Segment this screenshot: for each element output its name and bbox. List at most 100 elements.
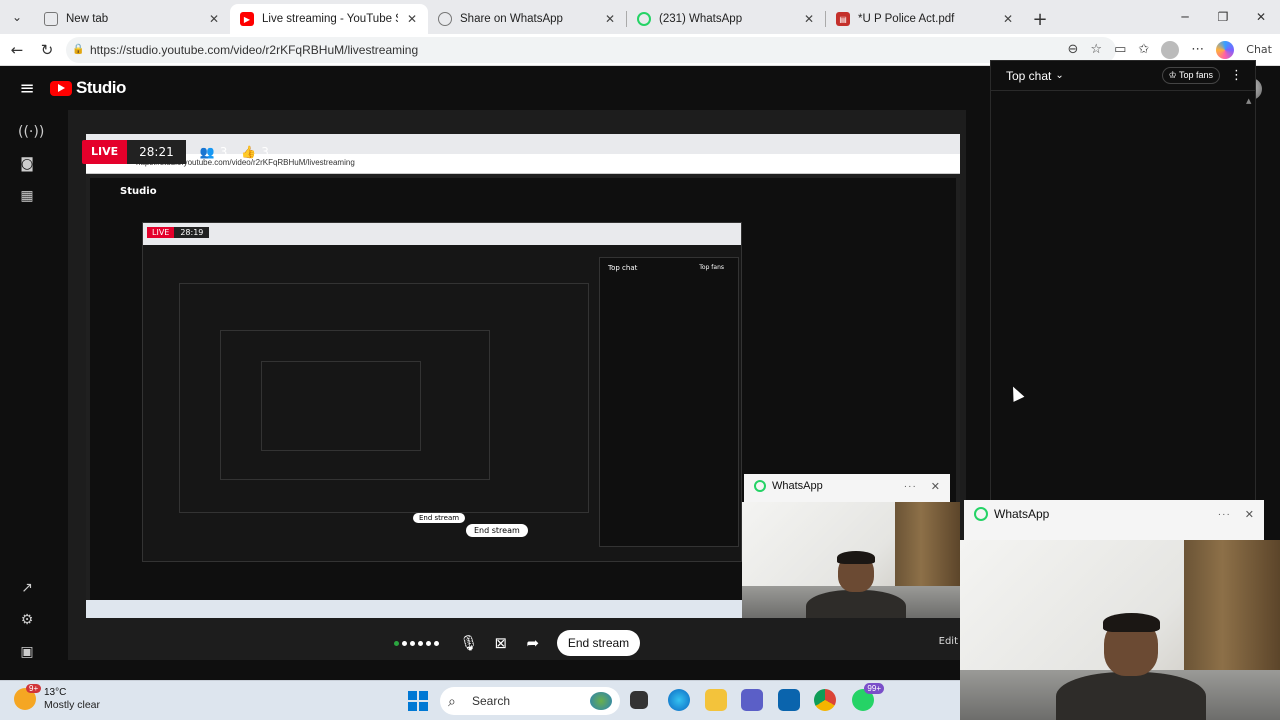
weather-condition: Mostly clear: [44, 699, 101, 711]
tab-title: *U P Police Act.pdf: [858, 13, 955, 25]
youtube-logo-icon[interactable]: [50, 80, 72, 96]
nested-end-stream: End stream: [413, 513, 466, 523]
taskbar-search[interactable]: ⌕ Search: [440, 687, 620, 715]
favorite-star-icon[interactable]: ☆: [1090, 42, 1102, 57]
file-explorer-icon[interactable]: [705, 689, 727, 711]
tab-new-tab[interactable]: New tab ✕: [34, 4, 230, 34]
reload-icon[interactable]: ↻: [32, 35, 62, 65]
likes-stat: 👍 3: [241, 145, 269, 159]
chat-scroll-up-icon[interactable]: ▲: [1246, 97, 1252, 105]
whatsapp-taskbar-icon[interactable]: 99+: [852, 683, 884, 711]
whatsapp-video-large: [960, 540, 1280, 720]
copilot-chat-label[interactable]: Chat: [1246, 43, 1272, 56]
weather-widget[interactable]: 9+ 13°C Mostly clear: [14, 684, 101, 712]
window-controls: ─ ❐ ✕: [1166, 0, 1280, 34]
tab-whatsapp[interactable]: (231) WhatsApp ✕: [627, 4, 825, 34]
stream-controls: 🎙 ⊠ ➦ End stream Edit: [68, 626, 966, 660]
close-tab-icon[interactable]: ✕: [206, 12, 222, 26]
globe-icon: [438, 12, 452, 26]
edit-button[interactable]: Edit: [939, 636, 958, 647]
nested-top-fans: Top fans: [699, 264, 724, 271]
more-menu-icon[interactable]: ⋯: [1191, 42, 1204, 57]
back-arrow-icon[interactable]: ←: [2, 35, 32, 65]
nested-preview-level-3: [220, 330, 490, 480]
tab-title: (231) WhatsApp: [659, 13, 743, 25]
zoom-icon[interactable]: ⊖: [1068, 42, 1079, 57]
chat-more-icon[interactable]: ⋮: [1230, 68, 1243, 83]
end-stream-button[interactable]: End stream: [556, 630, 641, 656]
caller-video: [1056, 606, 1206, 720]
outlook-icon[interactable]: [778, 689, 800, 711]
nested-live-time: 28:19: [174, 227, 210, 238]
more-icon[interactable]: ···: [904, 481, 917, 492]
stop-camera-icon[interactable]: ⊠: [485, 628, 517, 658]
tab-title: New tab: [66, 13, 109, 25]
new-tab-plus-icon[interactable]: +: [1024, 4, 1056, 34]
close-window-icon[interactable]: ✕: [1242, 0, 1280, 34]
edge-icon[interactable]: [668, 689, 690, 711]
camera-icon[interactable]: ▭: [1114, 42, 1126, 57]
whatsapp-popup-title: WhatsApp: [994, 507, 1050, 521]
close-icon[interactable]: ✕: [931, 480, 940, 493]
search-highlight-icon: [590, 692, 612, 710]
tab-title: Live streaming - YouTube Stu: [262, 13, 398, 25]
weather-sun-icon: 9+: [14, 684, 42, 710]
live-broadcast-icon[interactable]: ((·)): [18, 124, 44, 142]
site-info-icon[interactable]: 🔒: [72, 44, 90, 55]
hamburger-menu-icon[interactable]: ≡: [4, 78, 50, 99]
whatsapp-unread-badge: 99+: [864, 683, 884, 694]
settings-gear-icon[interactable]: ⚙: [18, 612, 36, 630]
minimize-icon[interactable]: ─: [1166, 0, 1204, 34]
chevron-down-icon[interactable]: ⌄: [1055, 70, 1063, 81]
whatsapp-popup-title: WhatsApp: [772, 480, 823, 492]
live-elapsed-time: 28:21: [127, 140, 186, 164]
task-view-icon[interactable]: [630, 691, 648, 709]
top-chat-dropdown[interactable]: Top chat: [1006, 69, 1051, 83]
windows-start-icon[interactable]: [408, 691, 428, 711]
weather-badge: 9+: [26, 684, 42, 693]
favorites-icon[interactable]: ✩: [1138, 42, 1149, 57]
close-tab-icon[interactable]: ✕: [801, 12, 817, 26]
browser-tab-strip: ⌄ New tab ✕ ▶ Live streaming - YouTube S…: [0, 0, 1280, 34]
nested-chat-panel: Top chat Top fans: [599, 257, 739, 547]
address-bar-actions: ⊖ ☆ ▭ ✩ ⋯ Chat: [1068, 40, 1272, 59]
stream-health-dots: [393, 640, 439, 646]
tab-share-on-whatsapp[interactable]: Share on WhatsApp ✕: [428, 4, 626, 34]
likes-count: 3: [261, 145, 269, 159]
viewers-count: 3: [219, 145, 228, 159]
tab-pdf[interactable]: ▤ *U P Police Act.pdf ✕: [826, 4, 1024, 34]
top-fans-label: Top fans: [1178, 70, 1213, 80]
tab-actions-menu-icon[interactable]: ⌄: [0, 0, 34, 34]
tab-title: Share on WhatsApp: [460, 13, 563, 25]
close-tab-icon[interactable]: ✕: [404, 12, 420, 26]
whatsapp-video-small: [742, 502, 960, 618]
whatsapp-popup-large: WhatsApp ··· ✕: [964, 500, 1264, 540]
whatsapp-icon: [637, 12, 651, 26]
share-arrow-icon[interactable]: ➦: [517, 628, 549, 658]
external-link-icon[interactable]: ↗: [18, 580, 36, 598]
feedback-icon[interactable]: ▣: [18, 644, 36, 662]
whatsapp-popup-small: WhatsApp ··· ✕: [744, 474, 950, 502]
url-field[interactable]: 🔒 https://studio.youtube.com/video/r2rKF…: [66, 36, 1116, 63]
close-tab-icon[interactable]: ✕: [1000, 12, 1016, 26]
nested-studio-brand: Studio: [120, 186, 157, 197]
chrome-icon[interactable]: [814, 689, 836, 711]
camera-icon[interactable]: ◙: [18, 156, 36, 174]
teams-icon[interactable]: [741, 689, 763, 711]
close-icon[interactable]: ✕: [1245, 508, 1254, 521]
whatsapp-icon: [974, 507, 988, 521]
microphone-icon[interactable]: 🎙: [453, 628, 485, 658]
close-tab-icon[interactable]: ✕: [602, 12, 618, 26]
tab-live-streaming[interactable]: ▶ Live streaming - YouTube Stu ✕: [230, 4, 428, 34]
more-icon[interactable]: ···: [1218, 509, 1231, 520]
viewers-icon: 👥: [199, 145, 215, 159]
page-icon: [44, 12, 58, 26]
nested-preview-level-1: LIVE 28:19 Top chat Top fans End stream: [142, 222, 742, 562]
search-icon: ⌕: [448, 692, 456, 709]
studio-brand[interactable]: Studio: [76, 78, 126, 98]
calendar-icon[interactable]: ▦: [18, 188, 36, 206]
profile-avatar[interactable]: [1161, 40, 1180, 59]
maximize-icon[interactable]: ❐: [1204, 0, 1242, 34]
copilot-icon[interactable]: [1216, 40, 1235, 59]
top-fans-button[interactable]: ♔ Top fans: [1161, 67, 1220, 84]
